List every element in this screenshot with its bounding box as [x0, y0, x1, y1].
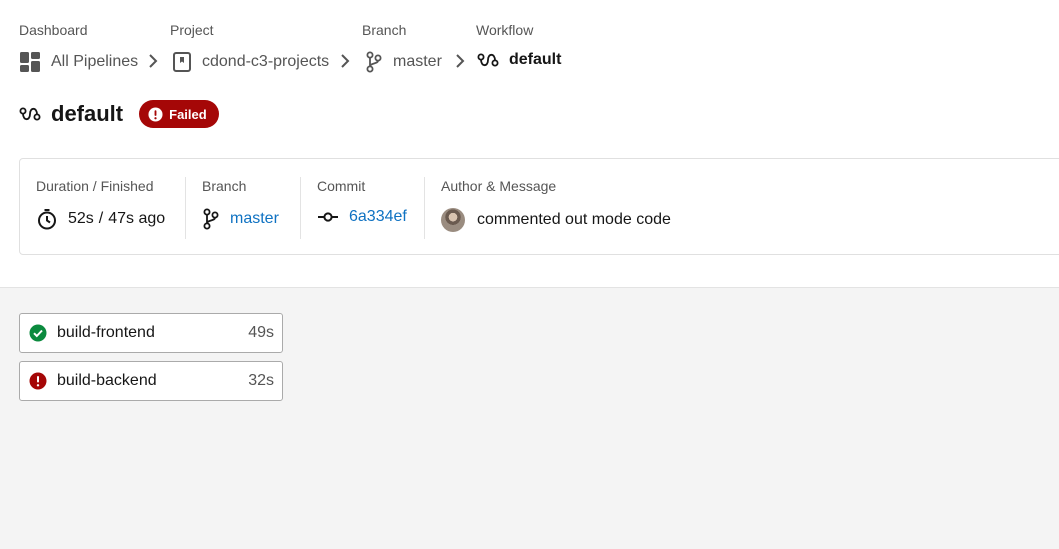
branch-label: master — [393, 53, 442, 70]
author-caption: Author & Message — [441, 178, 557, 194]
duration-value: 52s / 47s ago — [20, 208, 185, 230]
git-commit-icon — [318, 212, 338, 222]
commit-value: 6a334ef — [301, 208, 424, 226]
all-pipelines-label: All Pipelines — [51, 53, 139, 70]
git-branch-icon — [203, 208, 219, 230]
breadcrumb-branch: Branch — [362, 22, 406, 38]
branch-caption: Branch — [202, 178, 247, 194]
job-duration: 32s — [248, 372, 274, 389]
status-label: Failed — [169, 106, 207, 122]
breadcrumb-caption: Branch — [362, 22, 407, 38]
avatar — [441, 208, 465, 232]
project-link[interactable]: cdond-c3-projects — [172, 51, 329, 73]
alert-icon — [148, 106, 163, 122]
branch-link[interactable]: master — [230, 210, 279, 228]
commit-message: commented out mode code — [477, 211, 671, 228]
workflow-graph: build-frontend 49s build-backend 32s — [0, 287, 1059, 549]
author-value: commented out mode code — [425, 208, 724, 232]
dashboard-icon — [20, 52, 40, 72]
page-title: default — [51, 101, 124, 126]
alert-circle-icon — [29, 372, 47, 390]
duration-caption: Duration / Finished — [36, 178, 154, 194]
breadcrumb-caption: Dashboard — [19, 22, 88, 38]
breadcrumb-workflow: Workflow — [476, 22, 533, 38]
git-branch-icon — [366, 51, 382, 73]
branch-value: master — [186, 208, 300, 230]
breadcrumb-project: Project — [170, 22, 214, 38]
commit-link[interactable]: 6a334ef — [349, 208, 407, 226]
workflow-link[interactable]: default — [477, 51, 561, 69]
branch-link[interactable]: master — [365, 51, 442, 73]
breadcrumb-caption: Workflow — [476, 22, 534, 38]
chevron-right-icon — [146, 53, 160, 69]
workflow-header: default Failed — [19, 100, 219, 128]
workflow-icon — [19, 107, 41, 121]
check-circle-icon — [29, 324, 47, 342]
job-name: build-frontend — [57, 324, 155, 341]
branch-cell: Branch master — [185, 177, 300, 239]
chevron-right-icon — [453, 53, 467, 69]
project-label: cdond-c3-projects — [202, 53, 330, 70]
job-name: build-backend — [57, 372, 157, 389]
breadcrumb-dashboard: Dashboard — [19, 22, 88, 38]
job-duration: 49s — [248, 324, 274, 341]
status-badge: Failed — [139, 100, 219, 128]
commit-caption: Commit — [317, 178, 366, 194]
job-item[interactable]: build-frontend 49s — [19, 313, 283, 353]
job-item[interactable]: build-backend 32s — [19, 361, 283, 401]
all-pipelines-link[interactable]: All Pipelines — [19, 51, 138, 73]
workflow-label: default — [509, 51, 562, 68]
repository-icon — [173, 52, 191, 72]
duration-text: 52s — [68, 210, 94, 227]
breadcrumb-caption: Project — [170, 22, 214, 38]
author-cell: Author & Message commented out mode code — [424, 177, 724, 239]
stopwatch-icon — [38, 209, 56, 230]
duration-cell: Duration / Finished 52s / 47s ago — [20, 177, 185, 239]
duration-separator: / — [98, 210, 104, 227]
finished-text: 47s ago — [108, 210, 166, 227]
pipeline-info-card: Duration / Finished 52s / 47s ago Branch… — [19, 158, 1059, 255]
chevron-right-icon — [338, 53, 352, 69]
commit-cell: Commit 6a334ef — [300, 177, 424, 239]
workflow-icon — [477, 53, 499, 67]
